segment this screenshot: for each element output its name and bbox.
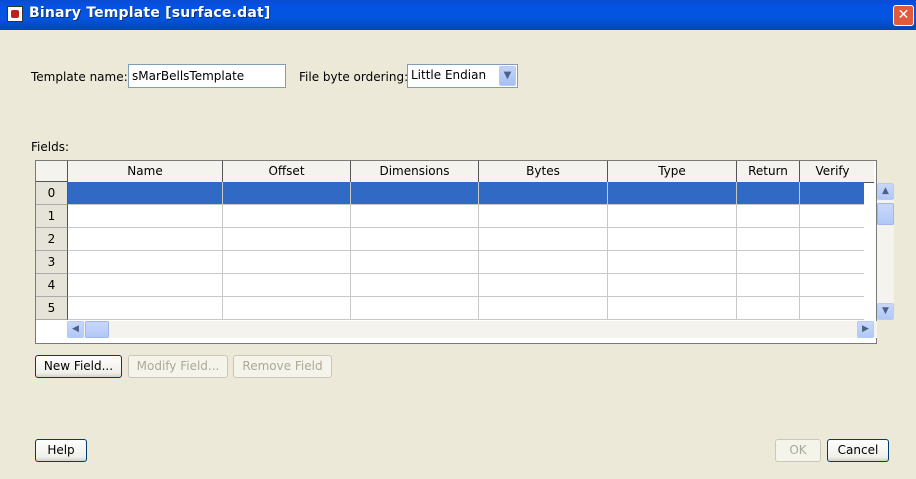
cancel-button[interactable]: Cancel bbox=[827, 439, 889, 462]
table-row[interactable] bbox=[68, 297, 864, 320]
table-cell[interactable] bbox=[737, 182, 800, 204]
modify-field-button[interactable]: Modify Field... bbox=[128, 355, 228, 378]
table-cell[interactable] bbox=[223, 251, 351, 273]
scroll-left-icon[interactable]: ◀ bbox=[67, 321, 84, 338]
horizontal-scrollbar[interactable]: ◀ ▶ bbox=[67, 321, 877, 338]
grid-header: Name Offset Dimensions Bytes Type Return… bbox=[68, 161, 874, 183]
row-header-3[interactable]: 3 bbox=[36, 251, 68, 274]
ok-button[interactable]: OK bbox=[775, 439, 821, 462]
remove-field-button[interactable]: Remove Field bbox=[233, 355, 332, 378]
table-cell[interactable] bbox=[608, 182, 737, 204]
table-cell[interactable] bbox=[608, 274, 737, 296]
close-icon: ✕ bbox=[897, 7, 910, 23]
app-icon bbox=[7, 6, 23, 22]
title-bar[interactable]: Binary Template [surface.dat] ✕ bbox=[0, 0, 916, 30]
column-header-dimensions[interactable]: Dimensions bbox=[351, 161, 479, 182]
table-cell[interactable] bbox=[479, 182, 608, 204]
column-header-type[interactable]: Type bbox=[608, 161, 737, 182]
table-cell[interactable] bbox=[351, 274, 479, 296]
close-button[interactable]: ✕ bbox=[893, 5, 914, 26]
table-cell[interactable] bbox=[68, 205, 223, 227]
table-row[interactable] bbox=[68, 182, 864, 205]
table-cell[interactable] bbox=[479, 297, 608, 319]
table-cell[interactable] bbox=[737, 228, 800, 250]
table-row[interactable] bbox=[68, 205, 864, 228]
table-cell[interactable] bbox=[608, 297, 737, 319]
row-header-4[interactable]: 4 bbox=[36, 274, 68, 297]
table-cell[interactable] bbox=[351, 251, 479, 273]
table-cell[interactable] bbox=[68, 228, 223, 250]
table-cell[interactable] bbox=[479, 205, 608, 227]
scroll-down-icon[interactable]: ▼ bbox=[877, 303, 894, 320]
chevron-down-icon[interactable]: ▼ bbox=[499, 66, 516, 86]
table-cell[interactable] bbox=[223, 205, 351, 227]
vertical-scroll-thumb[interactable] bbox=[877, 203, 894, 225]
table-row[interactable] bbox=[68, 228, 864, 251]
byte-order-label: File byte ordering: bbox=[299, 70, 409, 84]
vertical-scrollbar[interactable]: ▲ ▼ bbox=[877, 183, 894, 320]
table-cell[interactable] bbox=[351, 182, 479, 204]
table-cell[interactable] bbox=[351, 297, 479, 319]
horizontal-scroll-thumb[interactable] bbox=[85, 321, 109, 338]
table-cell[interactable] bbox=[608, 228, 737, 250]
table-cell[interactable] bbox=[608, 205, 737, 227]
scroll-right-icon[interactable]: ▶ bbox=[857, 321, 874, 338]
table-cell[interactable] bbox=[68, 182, 223, 204]
fields-label: Fields: bbox=[31, 140, 69, 154]
row-header-2[interactable]: 2 bbox=[36, 228, 68, 251]
table-cell[interactable] bbox=[737, 251, 800, 273]
table-cell[interactable] bbox=[351, 205, 479, 227]
table-cell[interactable] bbox=[68, 251, 223, 273]
table-cell[interactable] bbox=[737, 274, 800, 296]
table-cell[interactable] bbox=[479, 251, 608, 273]
fields-grid[interactable]: Name Offset Dimensions Bytes Type Return… bbox=[35, 160, 877, 344]
table-cell[interactable] bbox=[223, 274, 351, 296]
template-name-input[interactable]: sMarBellsTemplate bbox=[128, 64, 286, 88]
row-header-0[interactable]: 0 bbox=[36, 182, 68, 205]
column-header-offset[interactable]: Offset bbox=[223, 161, 351, 182]
table-cell[interactable] bbox=[223, 228, 351, 250]
table-row[interactable] bbox=[68, 251, 864, 274]
grid-corner bbox=[36, 161, 68, 182]
column-header-return[interactable]: Return bbox=[737, 161, 800, 182]
column-header-bytes[interactable]: Bytes bbox=[479, 161, 608, 182]
table-cell[interactable] bbox=[479, 274, 608, 296]
table-cell[interactable] bbox=[223, 297, 351, 319]
table-cell[interactable] bbox=[68, 297, 223, 319]
row-header-5[interactable]: 5 bbox=[36, 297, 68, 320]
table-cell[interactable] bbox=[351, 228, 479, 250]
window-title: Binary Template [surface.dat] bbox=[29, 5, 271, 21]
template-name-label: Template name: bbox=[31, 70, 128, 84]
column-header-verify[interactable]: Verify bbox=[800, 161, 865, 182]
table-cell[interactable] bbox=[737, 297, 800, 319]
table-cell[interactable] bbox=[608, 251, 737, 273]
byte-order-select[interactable]: Little Endian ▼ bbox=[407, 64, 518, 88]
table-cell[interactable] bbox=[737, 205, 800, 227]
table-row[interactable] bbox=[68, 274, 864, 297]
help-button[interactable]: Help bbox=[35, 439, 87, 462]
byte-order-value: Little Endian bbox=[411, 68, 487, 82]
table-cell[interactable] bbox=[223, 182, 351, 204]
row-header-1[interactable]: 1 bbox=[36, 205, 68, 228]
table-cell[interactable] bbox=[479, 228, 608, 250]
table-cell[interactable] bbox=[68, 274, 223, 296]
column-header-name[interactable]: Name bbox=[68, 161, 223, 182]
scroll-up-icon[interactable]: ▲ bbox=[877, 183, 894, 200]
new-field-button[interactable]: New Field... bbox=[35, 355, 122, 378]
